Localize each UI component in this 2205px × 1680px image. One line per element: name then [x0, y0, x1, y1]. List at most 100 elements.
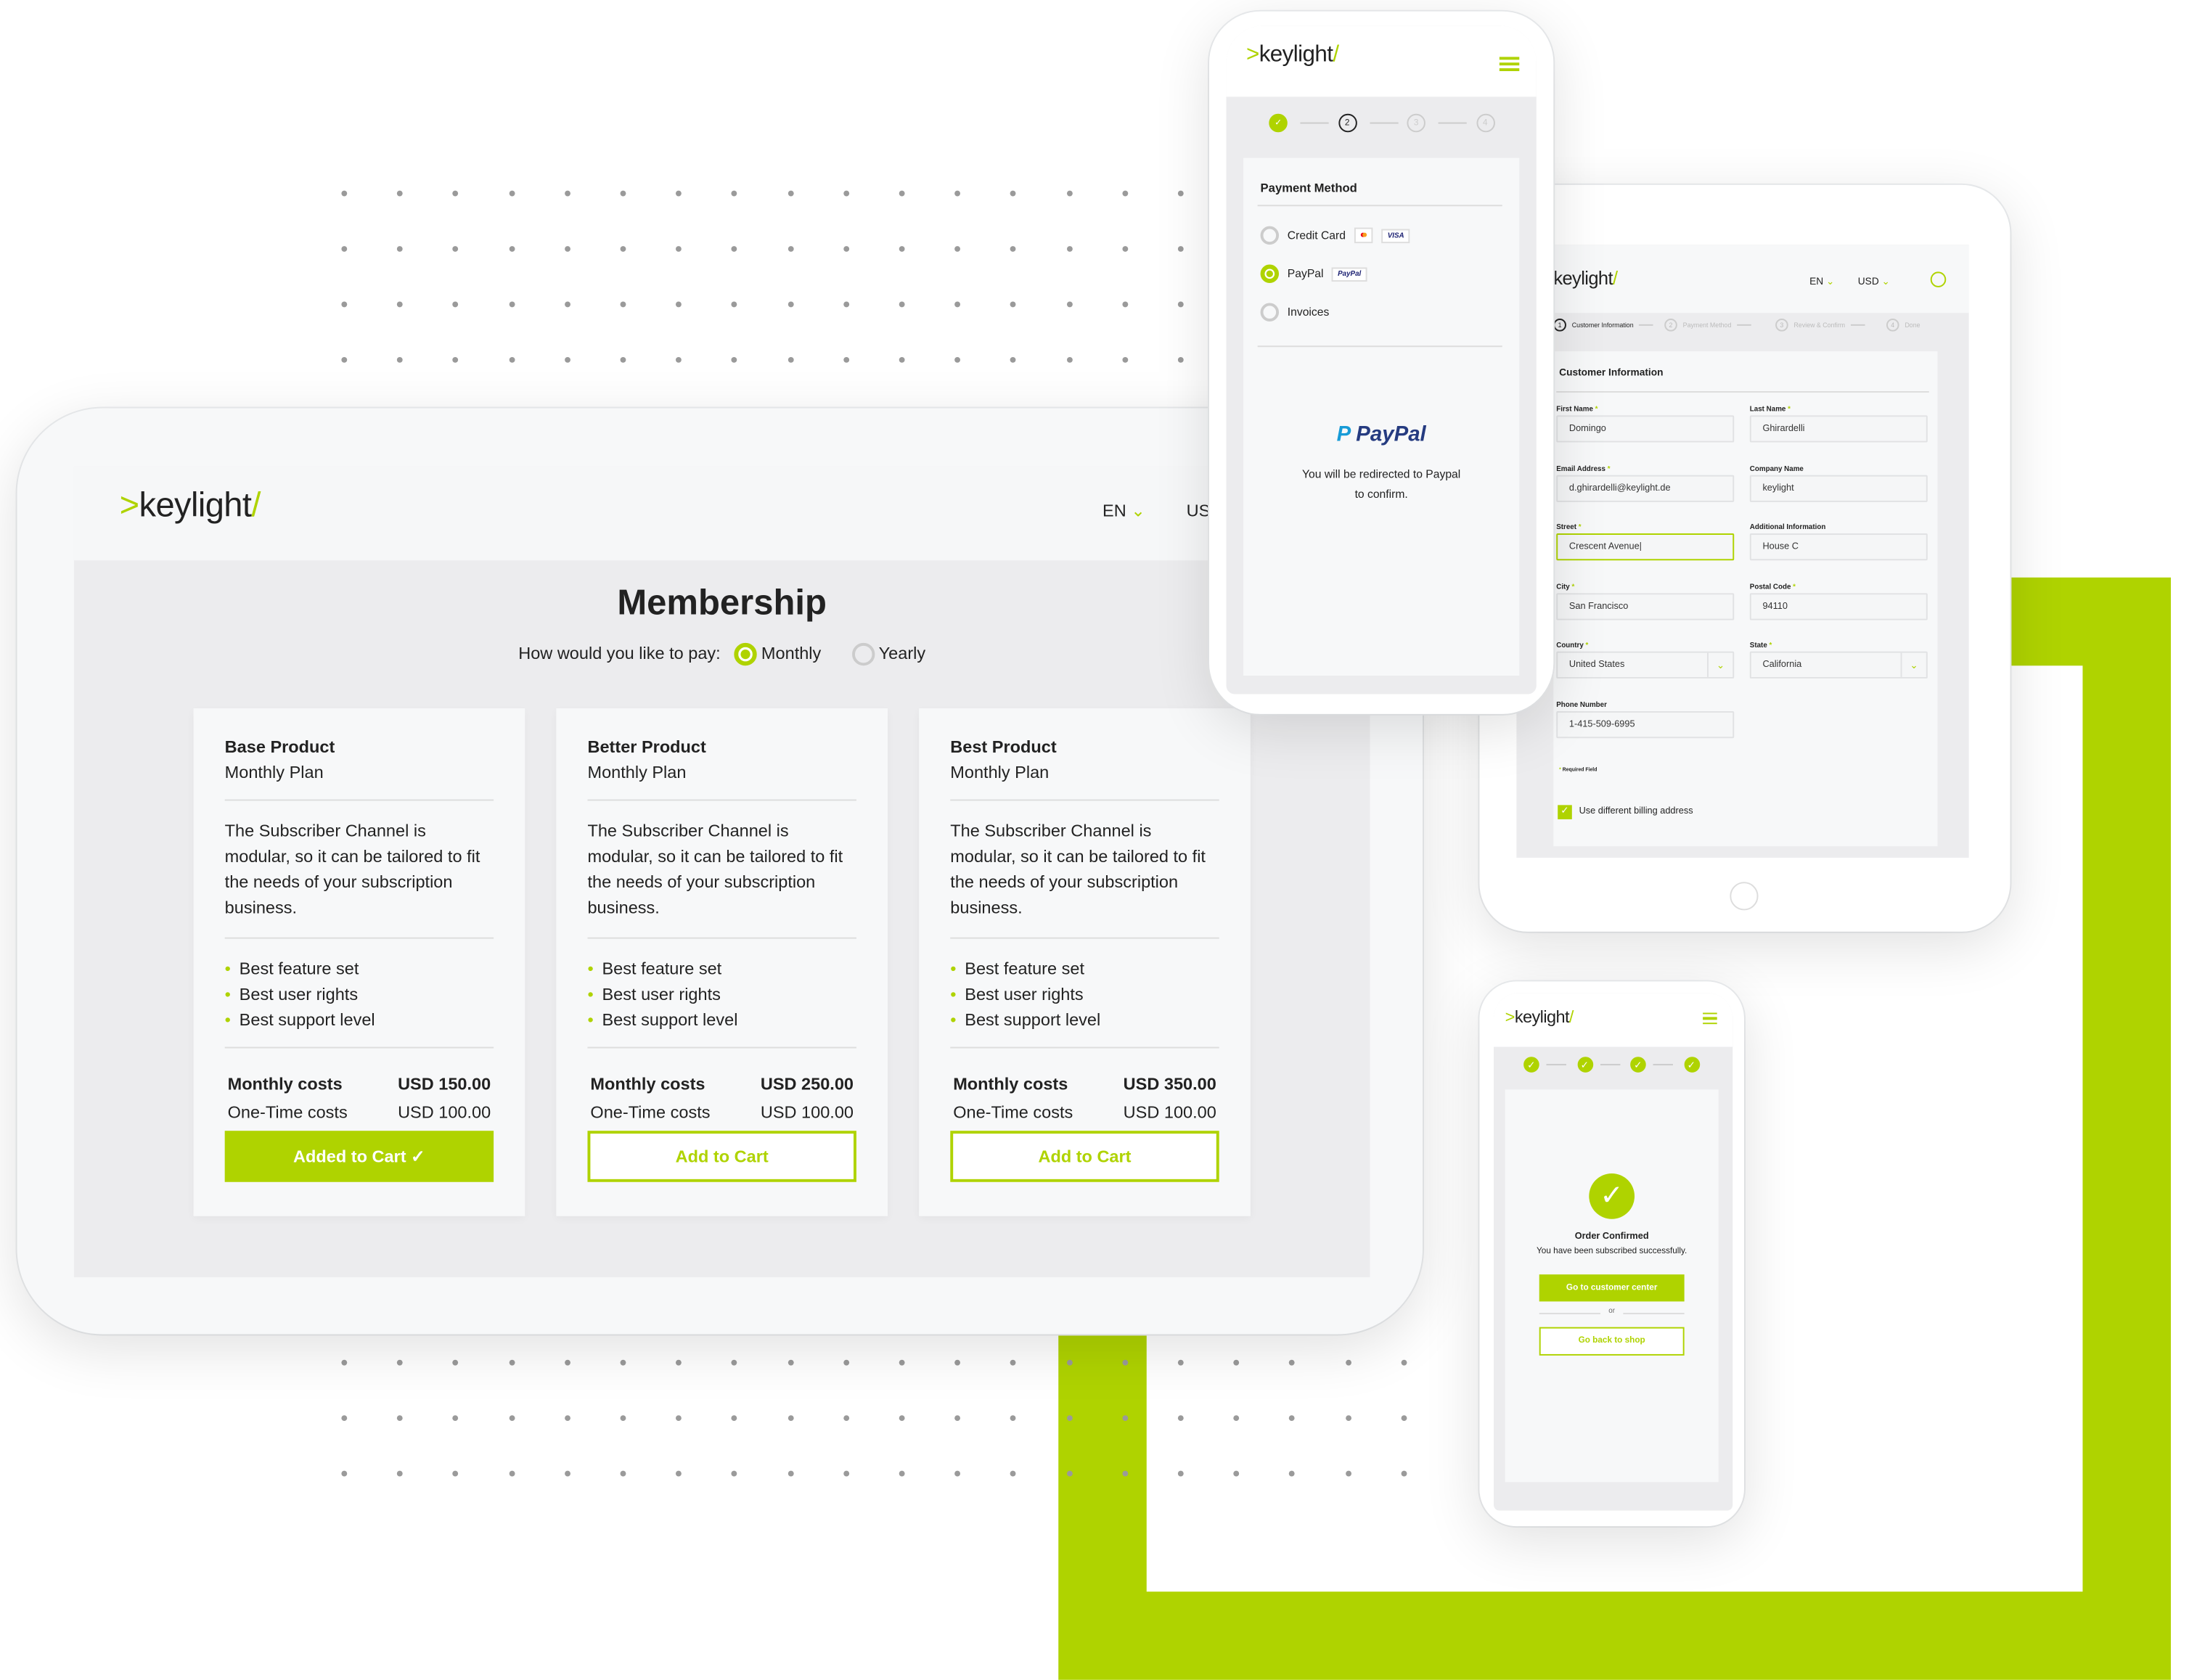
dot	[1066, 190, 1073, 197]
radio-monthly[interactable]	[734, 642, 757, 666]
dot	[397, 1470, 404, 1477]
add-to-cart-button[interactable]: Added to Cart ✓	[224, 1131, 494, 1182]
dot	[1177, 356, 1184, 363]
dot	[508, 1359, 515, 1366]
chevron-down-icon: ⌄	[1900, 652, 1926, 677]
dot	[899, 246, 905, 252]
customer-center-button[interactable]: Go to customer center	[1539, 1274, 1685, 1302]
country-select[interactable]: United States ⌄	[1556, 651, 1735, 679]
dot	[676, 1415, 682, 1422]
field-label-text: Last Name	[1749, 405, 1786, 414]
dot	[676, 356, 682, 363]
step-connector	[1369, 122, 1398, 124]
payment-option[interactable]: PayPal PayPal	[1260, 264, 1367, 284]
city-input[interactable]: San Francisco	[1556, 592, 1735, 620]
plan-name: Base Product	[224, 737, 335, 757]
dot	[564, 1415, 570, 1422]
step-connector	[1438, 122, 1467, 124]
currency-select[interactable]: US	[1187, 501, 1211, 520]
dot	[564, 246, 570, 252]
dot	[676, 1470, 682, 1477]
feature-list: Best feature setBest user rightsBest sup…	[587, 956, 856, 1049]
postal-input[interactable]: 94110	[1749, 592, 1928, 620]
payment-option[interactable]: Invoices	[1260, 303, 1329, 321]
field-value: Domingo	[1568, 424, 1606, 434]
currency-select[interactable]: USD ⌄	[1858, 276, 1890, 287]
plan-description: The Subscriber Channel is modular, so it…	[950, 818, 1219, 939]
back-to-shop-button[interactable]: Go back to shop	[1539, 1327, 1685, 1356]
tablet-screen: keylight/ EN ⌄ USD ⌄ 1 Customer Informati…	[1516, 245, 1969, 858]
dot	[620, 356, 626, 363]
monthly-price: USD 250.00	[760, 1073, 854, 1094]
add-to-cart-button[interactable]: Add to Cart	[950, 1131, 1219, 1182]
hamburger-menu-icon[interactable]	[1499, 57, 1520, 71]
currency-value: USD	[1857, 277, 1879, 287]
confirmation-title: Order Confirmed	[1574, 1232, 1649, 1242]
street-label: Street *	[1556, 523, 1582, 533]
hamburger-menu-icon[interactable]	[1703, 1012, 1717, 1025]
language-select[interactable]: EN ⌄	[1809, 276, 1834, 287]
phone-input[interactable]: 1-415-509-6995	[1556, 710, 1735, 738]
language-select[interactable]: EN ⌄	[1102, 501, 1145, 520]
payment-radio[interactable]	[1260, 264, 1280, 284]
dot	[843, 246, 849, 252]
billing-checkbox[interactable]: ✓	[1558, 805, 1572, 819]
dot	[788, 301, 793, 308]
first_name-input[interactable]: Domingo	[1556, 415, 1735, 443]
dot	[954, 1359, 961, 1366]
dot	[1345, 1415, 1351, 1422]
company-input[interactable]: keylight	[1749, 474, 1928, 501]
last_name-input[interactable]: Ghirardelli	[1749, 415, 1928, 443]
email-input[interactable]: d.ghirardelli@keylight.de	[1556, 474, 1735, 501]
step-connector	[1653, 1064, 1673, 1066]
user-account-icon[interactable]	[1930, 271, 1947, 287]
option-monthly-label[interactable]: Monthly	[761, 643, 821, 663]
language-value: EN	[1809, 277, 1824, 287]
dot	[1345, 1470, 1351, 1477]
payment-option[interactable]: Credit Card ●● VISA	[1260, 226, 1410, 245]
plan-card: Better Product Monthly Plan The Subscrib…	[556, 708, 888, 1216]
field-label-text: Country	[1556, 641, 1584, 650]
logo[interactable]: keylight/	[1553, 267, 1618, 288]
dot	[1122, 246, 1128, 252]
postal-label: Postal Code *	[1749, 582, 1796, 591]
billing-checkbox-label[interactable]: Use different billing address	[1579, 806, 1693, 816]
dot	[788, 190, 793, 197]
dot	[899, 190, 905, 197]
dot	[453, 246, 459, 252]
dot	[564, 190, 570, 197]
payment-radio[interactable]	[1260, 226, 1280, 245]
paypal-logo: P PayPal	[1336, 422, 1426, 447]
dot	[397, 246, 404, 252]
dot	[341, 190, 348, 197]
checkout-step: 3 Review & Confirm	[1775, 319, 1865, 332]
state-select[interactable]: California ⌄	[1749, 651, 1928, 679]
onetime-price: USD 100.00	[398, 1102, 491, 1123]
dot	[564, 1470, 570, 1477]
or-separator: or	[1600, 1307, 1624, 1316]
add-to-cart-button[interactable]: Add to Cart	[587, 1131, 856, 1182]
logo[interactable]: >keylight/	[1505, 1007, 1574, 1027]
payment-radio[interactable]	[1260, 303, 1280, 321]
dot	[1122, 190, 1128, 197]
dot	[1345, 1359, 1351, 1366]
street-input[interactable]: Crescent Avenue|	[1556, 533, 1735, 561]
dot	[954, 1415, 961, 1422]
additional-input[interactable]: House C	[1749, 533, 1928, 561]
logo[interactable]: >keylight/	[1246, 43, 1339, 68]
email-label: Email Address *	[1556, 464, 1611, 473]
step-complete-check-icon: ✓	[1523, 1057, 1539, 1073]
option-yearly-label[interactable]: Yearly	[879, 643, 926, 663]
logo[interactable]: >keylight/	[120, 486, 261, 526]
dot	[843, 190, 849, 197]
dot	[732, 1359, 738, 1366]
dot	[564, 301, 570, 308]
radio-yearly[interactable]	[851, 642, 875, 666]
step-complete-check-icon: ✓	[1683, 1057, 1700, 1073]
feature-item: Best support level	[225, 1007, 494, 1033]
dot	[899, 301, 905, 308]
payment-option-label: PayPal	[1287, 267, 1324, 281]
phone-screen: >keylight/ ✓ 2 3 4 Payment Method Credit Ca…	[1226, 25, 1537, 694]
country-label: Country *	[1556, 641, 1589, 650]
onetime-cost-row: One-Time costs USD 100.00	[225, 1102, 494, 1122]
